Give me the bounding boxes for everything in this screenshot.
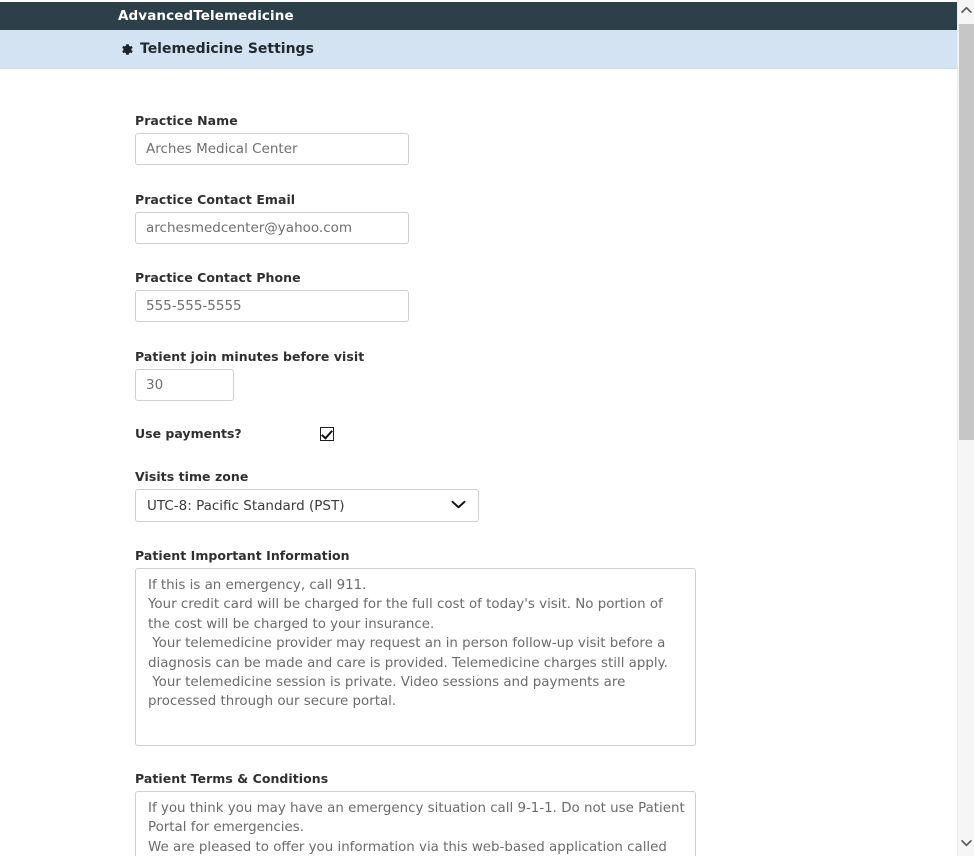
visits-time-zone-select[interactable]: UTC-8: Pacific Standard (PST) [135,489,479,522]
patient-terms-conditions-textarea[interactable]: If you think you may have an emergency s… [135,791,696,856]
patient-important-information-label: Patient Important Information [135,548,350,563]
patient-join-minutes-label: Patient join minutes before visit [135,349,365,364]
gear-icon [119,42,134,57]
field-visits-time-zone: Visits time zone UTC-8: Pacific Standard… [135,469,479,522]
application-brand-title: AdvancedTelemedicine [118,8,294,24]
patient-join-minutes-input[interactable] [135,369,234,401]
vertical-scrollbar[interactable] [957,0,974,856]
field-practice-name: Practice Name [135,113,409,165]
use-payments-label: Use payments? [135,426,242,441]
practice-name-label: Practice Name [135,113,238,128]
practice-contact-email-label: Practice Contact Email [135,192,296,207]
scrollbar-thumb[interactable] [959,24,974,440]
field-practice-contact-email: Practice Contact Email [135,192,409,244]
practice-name-input[interactable] [135,133,409,165]
patient-important-information-textarea[interactable]: If this is an emergency, call 911. Your … [135,568,696,746]
page-title: Telemedicine Settings [140,41,314,57]
visits-time-zone-label: Visits time zone [135,469,249,484]
application-window: AdvancedTelemedicine Telemedicine Settin… [0,0,974,856]
practice-contact-phone-label: Practice Contact Phone [135,270,301,285]
field-patient-join-minutes: Patient join minutes before visit [135,349,364,401]
field-practice-contact-phone: Practice Contact Phone [135,270,409,322]
chevron-down-icon [960,836,972,851]
page-subheader-bar: Telemedicine Settings [0,30,957,69]
application-header-bar: AdvancedTelemedicine [0,2,957,30]
practice-contact-email-input[interactable] [135,212,409,244]
scroll-down-button[interactable] [958,835,974,852]
content-viewport: AdvancedTelemedicine Telemedicine Settin… [0,0,957,856]
field-patient-terms-conditions: Patient Terms & Conditions If you think … [135,771,696,856]
practice-contact-phone-input[interactable] [135,290,409,322]
use-payments-checkbox[interactable] [320,426,334,441]
scroll-up-button[interactable] [958,2,974,19]
field-use-payments: Use payments? [135,426,334,441]
patient-terms-conditions-label: Patient Terms & Conditions [135,771,329,786]
visits-time-zone-select-wrapper: UTC-8: Pacific Standard (PST) [135,489,479,522]
field-patient-important-information: Patient Important Information If this is… [135,548,696,746]
chevron-up-icon [960,3,972,18]
